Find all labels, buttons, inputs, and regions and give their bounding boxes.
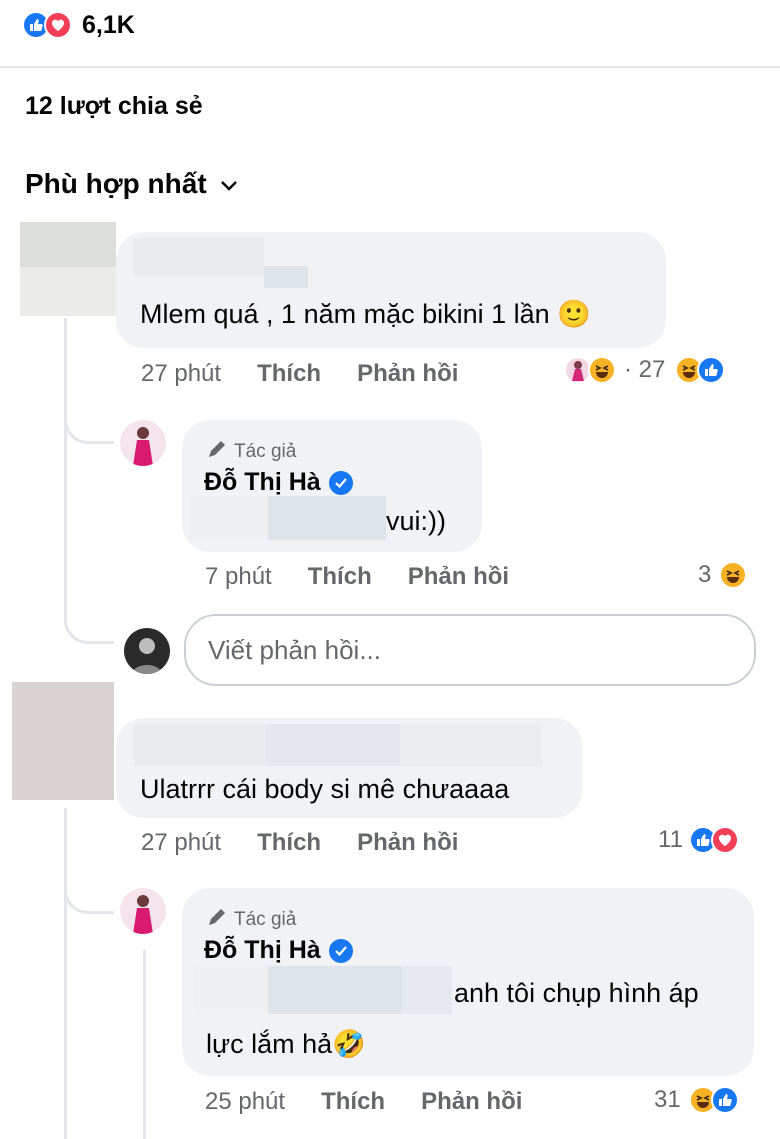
- redacted-name: [266, 724, 400, 766]
- redacted-name: [134, 238, 264, 276]
- reply-meta: 25 phút Thích Phản hồi: [205, 1088, 522, 1116]
- author-tag-label: Tác giả: [234, 909, 297, 930]
- pen-icon: [206, 438, 228, 466]
- author-avatar[interactable]: [120, 888, 166, 934]
- author-name[interactable]: Đỗ Thị Hà: [204, 468, 353, 497]
- reply-bubble[interactable]: Tác giả Đỗ Thị Hà vui:)): [182, 420, 482, 552]
- reply-button[interactable]: Phản hồi: [357, 829, 458, 857]
- reaction-count: 11: [658, 826, 683, 853]
- reply-input-placeholder: Viết phản hồi...: [208, 634, 381, 665]
- redacted-text: [194, 966, 268, 1014]
- reply-button[interactable]: Phản hồi: [357, 360, 458, 388]
- thread-connector: [64, 600, 114, 644]
- reply-reactions[interactable]: 3: [698, 561, 748, 589]
- reply-text: vui:)): [386, 506, 446, 536]
- like-icon: [697, 356, 726, 384]
- chevron-down-icon: [219, 168, 239, 200]
- user-avatar[interactable]: [124, 628, 170, 674]
- post-reactions[interactable]: 6,1K: [22, 8, 135, 42]
- commenter-avatar[interactable]: [20, 222, 116, 316]
- reaction-count: 6,1K: [82, 10, 135, 39]
- reaction-count: 3: [698, 561, 712, 588]
- comment-meta: 27 phút Thích Phản hồi: [141, 829, 458, 857]
- pen-icon: [206, 906, 228, 934]
- redacted-name: [264, 266, 308, 288]
- author-name-text: Đỗ Thị Hà: [204, 936, 321, 964]
- thread-connector: [64, 400, 114, 444]
- like-icon: [710, 1086, 739, 1114]
- like-button[interactable]: Thích: [321, 1088, 385, 1116]
- redacted-text: [402, 966, 452, 1014]
- author-name-text: Đỗ Thị Hà: [204, 468, 321, 496]
- thread-connector: [64, 870, 114, 914]
- redacted-text: [268, 496, 386, 540]
- redacted-text: [268, 966, 402, 1014]
- haha-icon: [719, 561, 748, 589]
- reaction-count: · 27: [624, 356, 666, 383]
- author-avatar[interactable]: [120, 420, 166, 466]
- author-name[interactable]: Đỗ Thị Hà: [204, 936, 353, 965]
- comment-reactions[interactable]: 11: [658, 826, 739, 854]
- reply-button[interactable]: Phản hồi: [408, 563, 509, 591]
- thread-line: [143, 950, 146, 1139]
- reply-reactions[interactable]: 31: [654, 1086, 739, 1114]
- redacted-name: [134, 724, 266, 766]
- comment-time[interactable]: 27 phút: [141, 829, 221, 857]
- comment-text: Ulatrrr cái body si mê chưaaaa: [140, 774, 510, 804]
- thread-line: [64, 808, 67, 1139]
- like-button[interactable]: Thích: [257, 829, 321, 857]
- reaction-count: 31: [654, 1086, 681, 1113]
- sort-label: Phù hợp nhất: [25, 168, 207, 199]
- like-button[interactable]: Thích: [308, 563, 372, 591]
- reply-button[interactable]: Phản hồi: [421, 1088, 522, 1116]
- comment-meta: 27 phút Thích Phản hồi: [141, 360, 458, 388]
- reply-time[interactable]: 25 phút: [205, 1088, 285, 1116]
- author-tag-label: Tác giả: [234, 441, 297, 462]
- comment-bubble[interactable]: Ulatrrr cái body si mê chưaaaa: [116, 718, 582, 818]
- commenter-avatar[interactable]: [12, 682, 114, 800]
- verified-icon: [328, 470, 353, 495]
- haha-icon: [588, 356, 616, 384]
- love-icon: [44, 11, 72, 39]
- reply-bubble[interactable]: Tác giả Đỗ Thị Hà anh tôi chụp hình áp l…: [182, 888, 754, 1076]
- redacted-text: [190, 496, 268, 540]
- reply-text-line1: anh tôi chụp hình áp: [454, 978, 699, 1008]
- reply-meta: 7 phút Thích Phản hồi: [205, 563, 509, 591]
- comment-time[interactable]: 27 phút: [141, 360, 221, 388]
- author-badge: Tác giả: [206, 906, 296, 934]
- thread-line: [64, 318, 67, 618]
- comment-bubble[interactable]: Mlem quá , 1 năm mặc bikini 1 lần 🙂: [116, 232, 666, 348]
- redacted-name: [400, 724, 542, 766]
- reply-input[interactable]: Viết phản hồi...: [184, 614, 756, 686]
- love-icon: [710, 826, 739, 854]
- sort-dropdown[interactable]: Phù hợp nhất: [25, 168, 239, 200]
- reply-time[interactable]: 7 phút: [205, 563, 272, 591]
- shares-count[interactable]: 12 lượt chia sẻ: [25, 92, 203, 121]
- reply-text-line2: lực lắm hả🤣: [206, 1029, 366, 1059]
- verified-icon: [328, 938, 353, 963]
- divider: [0, 66, 780, 68]
- comment-reactions[interactable]: · 27: [564, 356, 726, 384]
- comment-text: Mlem quá , 1 năm mặc bikini 1 lần 🙂: [140, 299, 591, 329]
- like-button[interactable]: Thích: [257, 360, 321, 388]
- author-badge: Tác giả: [206, 438, 296, 466]
